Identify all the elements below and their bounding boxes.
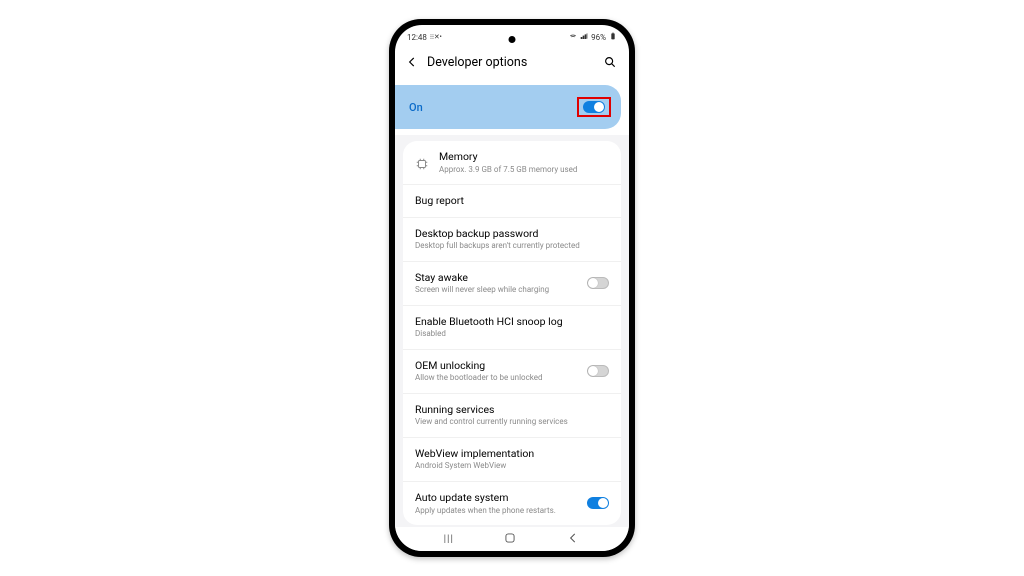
row-webview-implementation[interactable]: WebView implementation Android System We… — [403, 438, 621, 482]
settings-list: Memory Approx. 3.9 GB of 7.5 GB memory u… — [395, 135, 629, 527]
row-subtitle: Approx. 3.9 GB of 7.5 GB memory used — [439, 165, 609, 175]
annotation-highlight — [577, 97, 611, 117]
row-title: Running services — [415, 403, 609, 417]
row-title: WebView implementation — [415, 447, 609, 461]
status-notification-icons: ⁝ ⁝ ✕ • — [430, 33, 441, 41]
wifi-icon — [569, 32, 577, 42]
battery-icon — [609, 31, 617, 43]
row-title: Auto update system — [415, 491, 577, 505]
row-bug-report[interactable]: Bug report — [403, 185, 621, 218]
system-nav-bar: ||| — [395, 527, 629, 551]
nav-recents[interactable]: ||| — [444, 534, 454, 545]
row-desktop-backup-password[interactable]: Desktop backup password Desktop full bac… — [403, 218, 621, 262]
row-title: OEM unlocking — [415, 359, 577, 373]
master-toggle-switch[interactable] — [583, 101, 605, 113]
memory-icon — [415, 156, 429, 170]
row-stay-awake[interactable]: Stay awake Screen will never sleep while… — [403, 262, 621, 306]
row-subtitle: Desktop full backups aren't currently pr… — [415, 241, 609, 251]
nav-home[interactable] — [503, 530, 517, 549]
auto-update-toggle[interactable] — [587, 497, 609, 509]
phone-screen: 12:48 ⁝ ⁝ ✕ • 96% Developer opt — [395, 25, 629, 551]
master-toggle-row[interactable]: On — [395, 85, 621, 129]
phone-frame: 12:48 ⁝ ⁝ ✕ • 96% Developer opt — [389, 19, 635, 557]
search-button[interactable] — [601, 53, 619, 71]
battery-percent: 96% — [591, 33, 606, 42]
signal-icon — [580, 32, 588, 42]
row-auto-update-system[interactable]: Auto update system Apply updates when th… — [403, 482, 621, 525]
row-title: Enable Bluetooth HCI snoop log — [415, 315, 609, 329]
row-running-services[interactable]: Running services View and control curren… — [403, 394, 621, 438]
master-toggle-label: On — [409, 101, 423, 114]
front-camera — [509, 36, 516, 43]
nav-back[interactable] — [566, 530, 580, 549]
oem-unlocking-toggle[interactable] — [587, 365, 609, 377]
app-header: Developer options — [395, 49, 629, 79]
stay-awake-toggle[interactable] — [587, 277, 609, 289]
row-subtitle: Disabled — [415, 329, 609, 339]
row-subtitle: Screen will never sleep while charging — [415, 285, 577, 295]
row-subtitle: Allow the bootloader to be unlocked — [415, 373, 577, 383]
row-title: Desktop backup password — [415, 227, 609, 241]
row-subtitle: View and control currently running servi… — [415, 417, 609, 427]
row-oem-unlocking[interactable]: OEM unlocking Allow the bootloader to be… — [403, 350, 621, 394]
row-title: Memory — [439, 150, 609, 164]
row-bluetooth-hci[interactable]: Enable Bluetooth HCI snoop log Disabled — [403, 306, 621, 350]
row-subtitle: Apply updates when the phone restarts. — [415, 506, 577, 516]
page-title: Developer options — [427, 55, 601, 70]
status-time: 12:48 — [407, 33, 427, 42]
row-title: Bug report — [415, 194, 609, 208]
back-button[interactable] — [403, 53, 421, 71]
row-title: Stay awake — [415, 271, 577, 285]
row-subtitle: Android System WebView — [415, 461, 609, 471]
row-memory[interactable]: Memory Approx. 3.9 GB of 7.5 GB memory u… — [403, 141, 621, 185]
